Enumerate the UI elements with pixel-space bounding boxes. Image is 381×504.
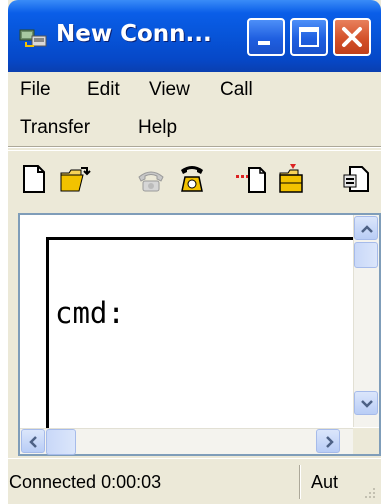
new-document-icon[interactable] xyxy=(18,163,50,195)
scroll-right-button[interactable] xyxy=(316,429,340,453)
menu-bar: File Edit View Call Transfer Help xyxy=(8,72,381,146)
chevron-left-icon xyxy=(29,436,37,448)
horizontal-scroll-thumb[interactable] xyxy=(46,429,76,455)
hyperterminal-window: New Conn... File Edit View Call Transfer… xyxy=(8,0,381,504)
menu-view[interactable]: View xyxy=(149,79,190,101)
menu-file[interactable]: File xyxy=(20,79,51,101)
terminal-screen[interactable]: cmd: xyxy=(46,237,376,437)
disconnect-phone-icon[interactable] xyxy=(176,163,208,195)
resize-grip-icon[interactable] xyxy=(361,484,377,500)
close-icon xyxy=(342,27,362,47)
maximize-icon xyxy=(299,27,319,47)
title-bar[interactable]: New Conn... xyxy=(8,0,381,72)
receive-file-icon[interactable] xyxy=(276,163,308,195)
send-file-icon[interactable] xyxy=(235,163,267,195)
emulation-status: Aut xyxy=(311,472,339,492)
vertical-scrollbar[interactable] xyxy=(353,215,379,427)
status-divider xyxy=(299,465,301,499)
properties-icon[interactable] xyxy=(340,163,372,195)
toolbar-separator xyxy=(8,146,381,148)
maximize-button[interactable] xyxy=(290,18,328,56)
menu-edit[interactable]: Edit xyxy=(87,79,120,101)
chevron-up-icon xyxy=(361,225,373,233)
close-button[interactable] xyxy=(333,18,371,56)
terminal-output: cmd: xyxy=(55,296,125,330)
vertical-scroll-thumb[interactable] xyxy=(354,242,378,268)
horizontal-scrollbar[interactable] xyxy=(20,428,353,455)
status-bar: Connected 0:00:03 Aut xyxy=(8,458,381,504)
connect-phone-icon[interactable] xyxy=(135,163,167,195)
chevron-right-icon xyxy=(326,436,334,448)
minimize-button[interactable] xyxy=(247,18,285,56)
minimize-icon xyxy=(258,41,270,45)
terminal-frame: cmd: xyxy=(18,213,381,456)
toolbar xyxy=(8,150,381,206)
window-title: New Conn... xyxy=(56,21,212,47)
chevron-down-icon xyxy=(361,400,373,408)
hyperterminal-app-icon xyxy=(19,29,47,47)
scrollbar-corner xyxy=(353,428,379,454)
scroll-down-button[interactable] xyxy=(354,391,378,415)
connection-status: Connected 0:00:03 xyxy=(9,472,162,492)
menu-transfer[interactable]: Transfer xyxy=(20,117,90,139)
open-folder-icon[interactable] xyxy=(59,163,91,195)
menu-call[interactable]: Call xyxy=(220,79,253,101)
scroll-left-button[interactable] xyxy=(21,429,45,453)
scroll-up-button[interactable] xyxy=(354,216,378,240)
menu-help[interactable]: Help xyxy=(138,117,177,139)
